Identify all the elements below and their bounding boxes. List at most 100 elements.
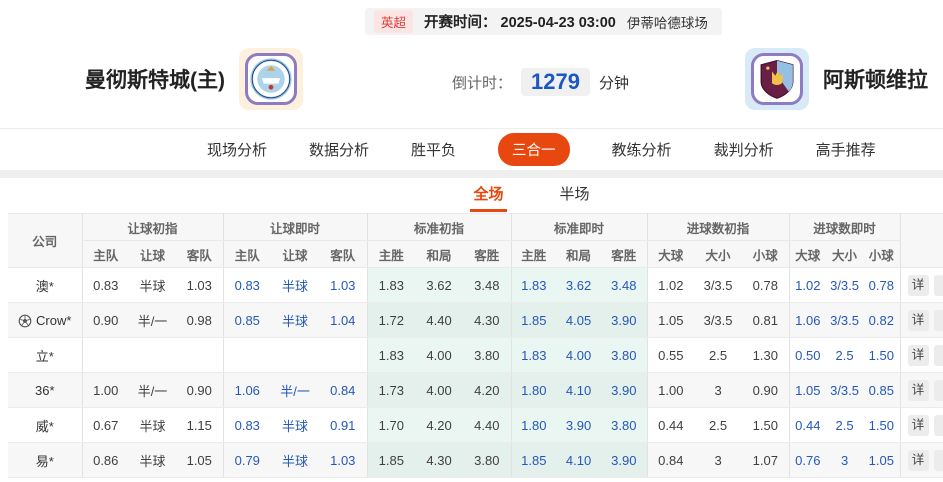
detail-extra-button[interactable] <box>934 310 943 331</box>
countdown-label: 倒计时： <box>452 72 512 93</box>
subcol-header: 主胜 <box>367 241 415 268</box>
handicap-initial-value <box>176 338 223 373</box>
countdown-unit: 分钟 <box>599 72 629 93</box>
standard-initial-value: 4.00 <box>415 338 463 373</box>
goals-live-value: 2.5 <box>826 408 863 443</box>
actions-cell: 详 <box>900 303 943 338</box>
standard-live-value: 1.83 <box>511 268 556 303</box>
goals-initial-value: 1.50 <box>742 408 789 443</box>
goals-live-value: 3 <box>826 443 863 478</box>
handicap-initial-value: 0.86 <box>82 443 129 478</box>
nav-tab-1[interactable]: 数据分析 <box>309 139 369 160</box>
standard-live-value: 4.10 <box>556 443 601 478</box>
subcol-header: 主队 <box>223 241 271 268</box>
detail-button[interactable]: 详 <box>908 275 929 296</box>
goals-live-value: 2.5 <box>826 338 863 373</box>
countdown-value: 1279 <box>521 68 590 96</box>
handicap-live-value: 半球 <box>271 303 319 338</box>
period-tab-1[interactable]: 半场 <box>557 176 593 212</box>
handicap-live-value: 半球 <box>271 268 319 303</box>
company-name: Crow* <box>36 313 71 328</box>
detail-extra-button[interactable] <box>934 345 943 366</box>
detail-button[interactable]: 详 <box>908 345 929 366</box>
subcol-header: 客胜 <box>601 241 647 268</box>
away-team: 阿斯顿维拉 <box>745 48 928 110</box>
nav-tab-6[interactable]: 高手推荐 <box>816 139 876 160</box>
company-cell: 威* <box>8 408 82 443</box>
handicap-initial-value: 半/一 <box>129 373 176 408</box>
period-tab-0[interactable]: 全场 <box>470 176 506 212</box>
goals-live-value: 1.06 <box>789 303 826 338</box>
detail-extra-button[interactable] <box>934 415 943 436</box>
handicap-initial-value: 0.67 <box>82 408 129 443</box>
detail-extra-button[interactable] <box>934 450 943 471</box>
actions-cell: 详 <box>900 443 943 478</box>
detail-button[interactable]: 详 <box>908 450 929 471</box>
actions-cell: 详 <box>900 338 943 373</box>
home-team-name: 曼彻斯特城(主) <box>85 64 225 94</box>
match-info-bar: 英超 开赛时间： 2025-04-23 03:00 伊蒂哈德球场 <box>365 8 722 35</box>
goals-initial-value: 3/3.5 <box>694 303 742 338</box>
kickoff-time: 开赛时间： 2025-04-23 03:00 <box>424 11 616 32</box>
table-row: 威*0.67半球1.150.83半球0.911.704.204.401.803.… <box>8 408 943 443</box>
standard-initial-value: 3.62 <box>415 268 463 303</box>
subcol-header: 让球 <box>271 241 319 268</box>
company-cell: 36* <box>8 373 82 408</box>
period-tabs: 全场 半场 <box>64 178 943 212</box>
standard-initial-value: 4.20 <box>415 408 463 443</box>
table-row: Crow*0.90半/一0.980.85半球1.041.724.404.301.… <box>8 303 943 338</box>
handicap-live-value: 0.85 <box>223 303 271 338</box>
handicap-live-value: 半球 <box>271 408 319 443</box>
subcol-header: 小球 <box>742 241 789 268</box>
nav-tab-0[interactable]: 现场分析 <box>207 139 267 160</box>
nav-tab-2[interactable]: 胜平负 <box>411 139 456 160</box>
detail-button[interactable]: 详 <box>908 310 929 331</box>
goals-live-value: 1.02 <box>789 268 826 303</box>
standard-initial-value: 1.83 <box>367 268 415 303</box>
goals-initial-value: 1.30 <box>742 338 789 373</box>
company-name: 立* <box>36 349 54 364</box>
standard-initial-value: 1.83 <box>367 338 415 373</box>
standard-live-value: 4.10 <box>556 373 601 408</box>
subcol-header: 大小 <box>694 241 742 268</box>
odds-table-header: 公司 让球初指让球即时标准初指标准即时进球数初指进球数即时 主队让球客队主队让球… <box>8 214 943 268</box>
header-group-row: 公司 让球初指让球即时标准初指标准即时进球数初指进球数即时 <box>8 214 943 241</box>
goals-live-value: 0.78 <box>863 268 900 303</box>
goals-live-value: 3/3.5 <box>826 268 863 303</box>
standard-initial-value: 4.40 <box>463 408 511 443</box>
subcol-header: 小球 <box>863 241 900 268</box>
goals-live-value: 0.76 <box>789 443 826 478</box>
subcol-header: 大球 <box>647 241 694 268</box>
handicap-live-value: 0.91 <box>319 408 367 443</box>
handicap-live-value: 1.03 <box>319 268 367 303</box>
subcol-header: 主胜 <box>511 241 556 268</box>
goals-initial-value: 3 <box>694 443 742 478</box>
handicap-live-value: 0.84 <box>319 373 367 408</box>
subcol-header: 客队 <box>319 241 367 268</box>
handicap-initial-value: 半/一 <box>129 303 176 338</box>
standard-live-value: 3.90 <box>556 408 601 443</box>
goals-live-value: 0.50 <box>789 338 826 373</box>
goals-initial-value: 0.90 <box>742 373 789 408</box>
nav-tab-3[interactable]: 三合一 <box>498 133 570 166</box>
goals-initial-value: 1.02 <box>647 268 694 303</box>
goals-live-value: 0.85 <box>863 373 900 408</box>
table-row: 36*1.00半/一0.901.06半/一0.841.734.004.201.8… <box>8 373 943 408</box>
nav-tab-4[interactable]: 教练分析 <box>612 139 672 160</box>
standard-live-value: 1.83 <box>511 338 556 373</box>
detail-extra-button[interactable] <box>934 380 943 401</box>
standard-live-value: 1.80 <box>511 408 556 443</box>
detail-button[interactable]: 详 <box>908 415 929 436</box>
handicap-live-value: 半球 <box>271 443 319 478</box>
nav-tab-5[interactable]: 裁判分析 <box>714 139 774 160</box>
subcol-header: 大小 <box>826 241 863 268</box>
detail-button[interactable]: 详 <box>908 380 929 401</box>
group-header: 标准初指 <box>367 214 511 241</box>
countdown: 倒计时： 1279 分钟 <box>452 68 629 96</box>
actions-cell: 详 <box>900 408 943 443</box>
goals-initial-value: 1.05 <box>647 303 694 338</box>
standard-initial-value: 4.20 <box>463 373 511 408</box>
table-row: 易*0.86半球1.050.79半球1.031.854.303.801.854.… <box>8 443 943 478</box>
detail-extra-button[interactable] <box>934 275 943 296</box>
standard-initial-value: 4.30 <box>463 303 511 338</box>
